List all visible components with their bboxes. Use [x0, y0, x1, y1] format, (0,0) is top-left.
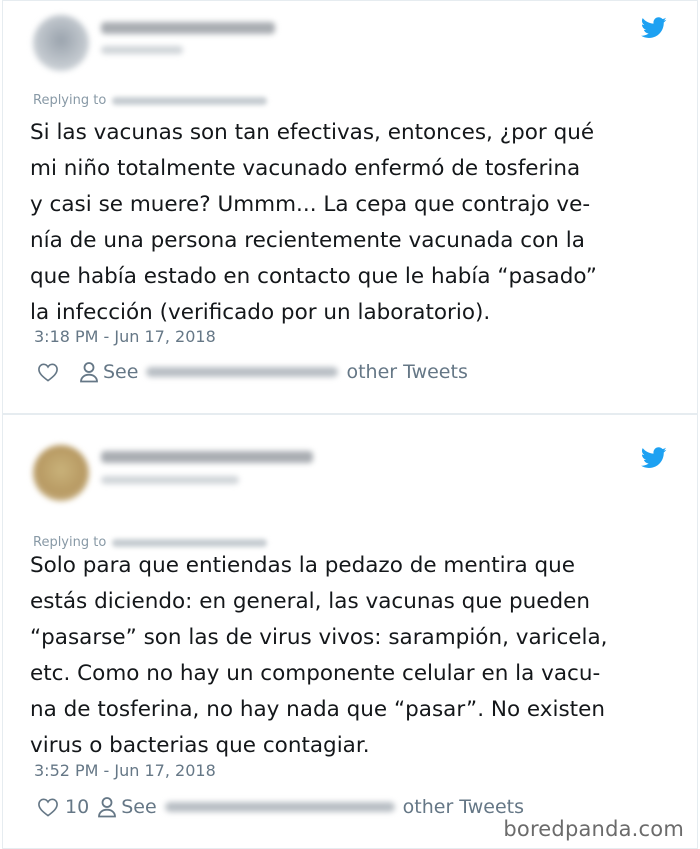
author-name-redacted[interactable] — [164, 802, 395, 812]
see-label[interactable]: See — [121, 796, 156, 818]
person-outline-icon — [98, 797, 117, 818]
display-name-redacted[interactable] — [101, 22, 275, 34]
heart-outline-icon[interactable] — [37, 362, 59, 382]
site-watermark: boredpanda.com — [503, 817, 684, 841]
person-outline-icon — [80, 362, 98, 383]
other-tweets-label[interactable]: other Tweets — [346, 361, 467, 383]
avatar[interactable] — [33, 15, 89, 71]
username-redacted — [101, 476, 239, 484]
heart-outline-icon[interactable] — [37, 797, 59, 817]
replied-users-redacted[interactable] — [112, 538, 268, 547]
twitter-bird-icon[interactable] — [641, 447, 667, 469]
tweet-actions: See other Tweets — [37, 359, 468, 385]
author-name-redacted[interactable] — [146, 367, 339, 377]
see-label[interactable]: See — [103, 361, 138, 383]
avatar[interactable] — [33, 445, 89, 501]
display-name-redacted[interactable] — [101, 451, 313, 463]
twitter-bird-icon[interactable] — [641, 17, 667, 39]
replying-to: Replying to — [33, 93, 268, 108]
username-redacted — [101, 46, 183, 54]
tweet-card: Replying to Si las vacunas son tan efect… — [2, 0, 698, 414]
like-count: 10 — [65, 796, 90, 818]
tweet-actions: 10 See other Tweets — [37, 794, 524, 820]
other-tweets-label[interactable]: other Tweets — [403, 796, 524, 818]
tweet-timestamp[interactable]: 3:52 PM - Jun 17, 2018 — [34, 761, 216, 780]
replied-users-redacted[interactable] — [112, 96, 268, 105]
tweet-text: Solo para que entiendas la pedazo de men… — [30, 553, 608, 758]
replying-label: Replying to — [33, 93, 107, 108]
tweet-text: Si las vacunas son tan efectivas, entonc… — [30, 120, 597, 325]
tweet-timestamp[interactable]: 3:18 PM - Jun 17, 2018 — [34, 327, 216, 346]
tweet-card: Replying to Solo para que entiendas la p… — [2, 414, 698, 849]
